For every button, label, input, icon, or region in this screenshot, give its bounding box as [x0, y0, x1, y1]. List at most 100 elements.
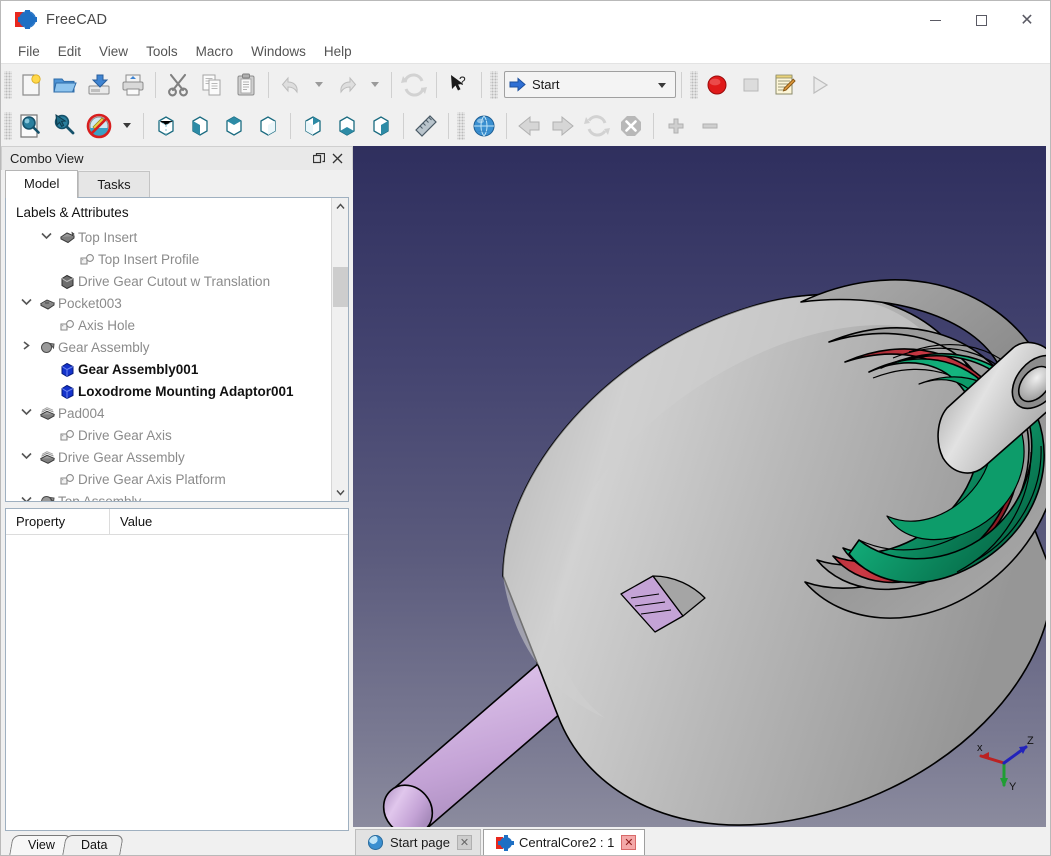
new-file-icon	[22, 73, 41, 96]
menu-macro[interactable]: Macro	[187, 41, 243, 62]
toolbar-grip[interactable]	[490, 70, 498, 99]
paste-button[interactable]	[229, 68, 263, 102]
open-document-button[interactable]	[48, 68, 82, 102]
close-dock-button[interactable]	[328, 150, 346, 168]
macro-execute-button[interactable]	[802, 68, 836, 102]
copy-button[interactable]	[195, 68, 229, 102]
tree-item[interactable]: Drive Gear Axis	[6, 424, 331, 446]
tree-item[interactable]: Pad004	[6, 402, 331, 424]
draw-style-button[interactable]	[82, 109, 116, 143]
axis-cross-indicator: x Y Z	[977, 735, 1034, 793]
tree-item-label: Gear Assembly001	[78, 361, 199, 377]
chevron-down-icon[interactable]	[16, 451, 36, 463]
measure-button[interactable]	[409, 109, 443, 143]
tree-item[interactable]: Drive Gear Cutout w Translation	[6, 270, 331, 292]
chevron-down-icon[interactable]	[36, 231, 56, 243]
freecad-logo-icon	[496, 834, 514, 851]
redo-button[interactable]	[330, 68, 364, 102]
redo-dropdown-button[interactable]	[364, 68, 386, 102]
toolbar-grip[interactable]	[457, 111, 465, 140]
tree-item[interactable]: Top Assembly	[6, 490, 331, 501]
right-view-button[interactable]	[251, 109, 285, 143]
3d-viewport[interactable]: x Y Z	[353, 146, 1046, 827]
zoom-out-button[interactable]	[693, 109, 727, 143]
fit-all-button[interactable]	[14, 109, 48, 143]
bottom-view-button[interactable]	[330, 109, 364, 143]
tree-item[interactable]: Top Insert Profile	[6, 248, 331, 270]
scroll-down-button[interactable]	[332, 484, 349, 501]
browser-stop-button[interactable]	[614, 109, 648, 143]
tree-item[interactable]: Gear Assembly001	[6, 358, 331, 380]
left-view-button[interactable]	[364, 109, 398, 143]
tree-item[interactable]: Gear Assembly	[6, 336, 331, 358]
close-window-button[interactable]: ✕	[1004, 1, 1050, 39]
rear-view-button[interactable]	[296, 109, 330, 143]
doc-tab-start-page[interactable]: Start page ✕	[355, 829, 481, 855]
front-view-button[interactable]	[183, 109, 217, 143]
print-button[interactable]	[116, 68, 150, 102]
tree-item[interactable]: Axis Hole	[6, 314, 331, 336]
scrollbar-track[interactable]	[332, 215, 349, 484]
model-tree[interactable]: Labels & Attributes Top Insert Top Insert…	[6, 198, 331, 501]
tree-item[interactable]: Drive Gear Assembly	[6, 446, 331, 468]
cut-button[interactable]	[161, 68, 195, 102]
tab-model[interactable]: Model	[5, 170, 79, 198]
minimize-button[interactable]	[912, 1, 958, 39]
top-view-button[interactable]	[217, 109, 251, 143]
fit-selection-button[interactable]	[48, 109, 82, 143]
tree-item[interactable]: Drive Gear Axis Platform	[6, 468, 331, 490]
toolbar-grip[interactable]	[4, 70, 12, 99]
menu-tools[interactable]: Tools	[137, 41, 187, 62]
macro-stop-button[interactable]	[734, 68, 768, 102]
undo-dropdown-button[interactable]	[308, 68, 330, 102]
macro-editor-button[interactable]	[768, 68, 802, 102]
tree-item[interactable]: Pocket003	[6, 292, 331, 314]
zoom-in-button[interactable]	[659, 109, 693, 143]
browser-home-button[interactable]	[467, 109, 501, 143]
new-document-button[interactable]	[14, 68, 48, 102]
browser-back-button[interactable]	[512, 109, 546, 143]
property-editor[interactable]: Property Value	[5, 508, 349, 831]
browser-forward-button[interactable]	[546, 109, 580, 143]
toolbar-separator	[155, 71, 156, 98]
chevron-right-icon[interactable]	[16, 341, 36, 353]
menu-windows[interactable]: Windows	[242, 41, 315, 62]
float-dock-button[interactable]	[310, 150, 328, 168]
axonometric-view-button[interactable]	[149, 109, 183, 143]
menu-edit[interactable]: Edit	[49, 41, 90, 62]
tree-item[interactable]: Loxodrome Mounting Adaptor001	[6, 380, 331, 402]
toolbar-grip[interactable]	[690, 70, 698, 99]
macro-record-button[interactable]	[700, 68, 734, 102]
whats-this-button[interactable]: ?	[442, 68, 476, 102]
close-icon[interactable]: ✕	[621, 835, 637, 850]
undo-button[interactable]	[274, 68, 308, 102]
tab-tasks[interactable]: Tasks	[78, 171, 150, 198]
chevron-down-icon[interactable]	[16, 407, 36, 419]
box-gray-icon	[56, 274, 78, 289]
chevron-down-icon[interactable]	[16, 495, 36, 501]
tree-item[interactable]: Top Insert	[6, 226, 331, 248]
printer-icon	[122, 74, 144, 95]
save-document-button[interactable]	[82, 68, 116, 102]
close-icon[interactable]: ✕	[457, 835, 472, 850]
draw-style-dropdown-button[interactable]	[116, 109, 138, 143]
scrollbar-thumb[interactable]	[332, 267, 348, 307]
menu-file[interactable]: File	[9, 41, 49, 62]
maximize-button[interactable]	[958, 1, 1004, 39]
sketch-icon	[56, 318, 78, 333]
box-blue-icon	[61, 362, 73, 377]
tab-data[interactable]: Data	[62, 835, 125, 855]
menu-view[interactable]: View	[90, 41, 137, 62]
scroll-up-button[interactable]	[332, 198, 349, 215]
menu-help[interactable]: Help	[315, 41, 361, 62]
workbench-selector[interactable]: Start	[504, 71, 676, 98]
tree-item-label: Pad004	[58, 405, 105, 421]
tree-scrollbar[interactable]	[331, 198, 348, 501]
doc-tab-centralcore2[interactable]: CentralCore2 : 1 ✕	[483, 829, 646, 855]
toolbar-grip[interactable]	[4, 111, 12, 140]
browser-reload-button[interactable]	[580, 109, 614, 143]
chevron-down-icon[interactable]	[16, 297, 36, 309]
refresh-button[interactable]	[397, 68, 431, 102]
toolbar-separator	[403, 112, 404, 139]
tree-item-label: Loxodrome Mounting Adaptor001	[78, 383, 294, 399]
